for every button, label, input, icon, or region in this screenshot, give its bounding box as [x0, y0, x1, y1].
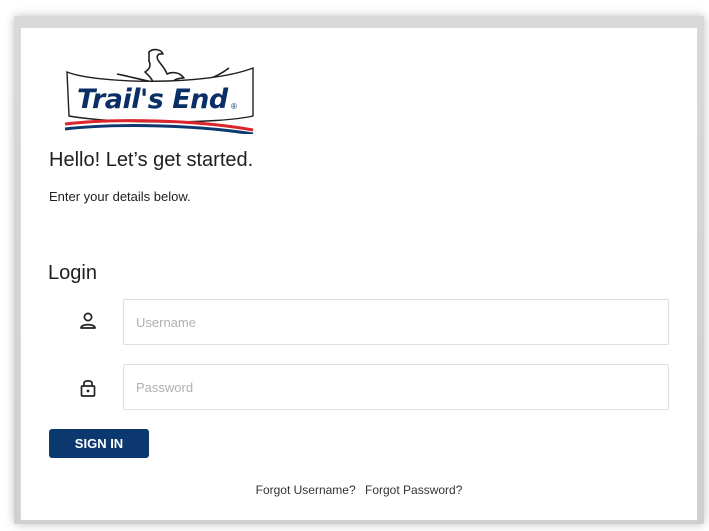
forgot-password-link[interactable]: Forgot Password?	[365, 483, 462, 497]
registered-mark: ®	[231, 102, 237, 111]
lock-icon	[76, 375, 100, 399]
greeting-heading: Hello! Let’s get started.	[49, 149, 254, 171]
sign-in-button[interactable]: SIGN IN	[49, 429, 149, 458]
trails-end-logo: Trail's End ®	[57, 44, 257, 136]
login-card: Trail's End ® Hello! Let’s get started. …	[20, 28, 697, 520]
forgot-username-link[interactable]: Forgot Username?	[256, 483, 356, 497]
footer-links: Forgot Username? Forgot Password?	[21, 483, 697, 497]
greeting-subtext: Enter your details below.	[49, 189, 191, 204]
user-icon	[76, 309, 100, 333]
username-input[interactable]	[123, 299, 669, 345]
login-title: Login	[48, 262, 97, 284]
password-input[interactable]	[123, 364, 669, 410]
logo-wordmark: Trail's End	[77, 84, 228, 115]
